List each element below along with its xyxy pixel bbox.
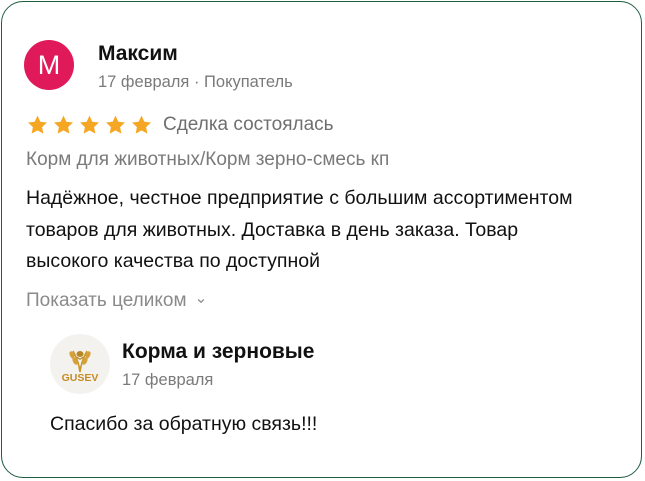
star-icon — [106, 115, 125, 134]
chevron-down-icon — [197, 299, 204, 303]
author-name[interactable]: Максим — [98, 42, 178, 66]
review-meta: 17 февраля · Покупатель — [98, 73, 293, 91]
star-icon — [80, 115, 99, 134]
rating-row: Сделка состоялась — [26, 114, 334, 136]
avatar-initial: М — [37, 49, 61, 80]
product-name[interactable]: Корм для животных/Корм зерно-смесь кп — [26, 149, 389, 171]
company-logo: GUSEV — [50, 334, 110, 394]
star-icon — [54, 115, 73, 134]
review-card: М Максим 17 февраля · Покупатель Сделка … — [1, 1, 642, 478]
reply-text: Спасибо за обратную связь!!! — [50, 413, 318, 435]
reply-date: 17 февраля — [122, 371, 214, 389]
logo-text: GUSEV — [62, 372, 99, 384]
avatar: М — [24, 40, 74, 90]
company-name[interactable]: Корма и зерновые — [122, 340, 314, 364]
deal-status: Сделка состоялась — [163, 114, 334, 135]
wheat-logo-icon: GUSEV — [62, 350, 99, 384]
star-rating — [26, 114, 153, 136]
star-icon — [28, 115, 47, 134]
review-text: Надёжное, честное предприятие с большим … — [26, 187, 573, 272]
show-more-label: Показать целиком — [26, 290, 187, 311]
show-more-button[interactable]: Показать целиком — [26, 290, 206, 312]
star-icon — [132, 115, 151, 134]
